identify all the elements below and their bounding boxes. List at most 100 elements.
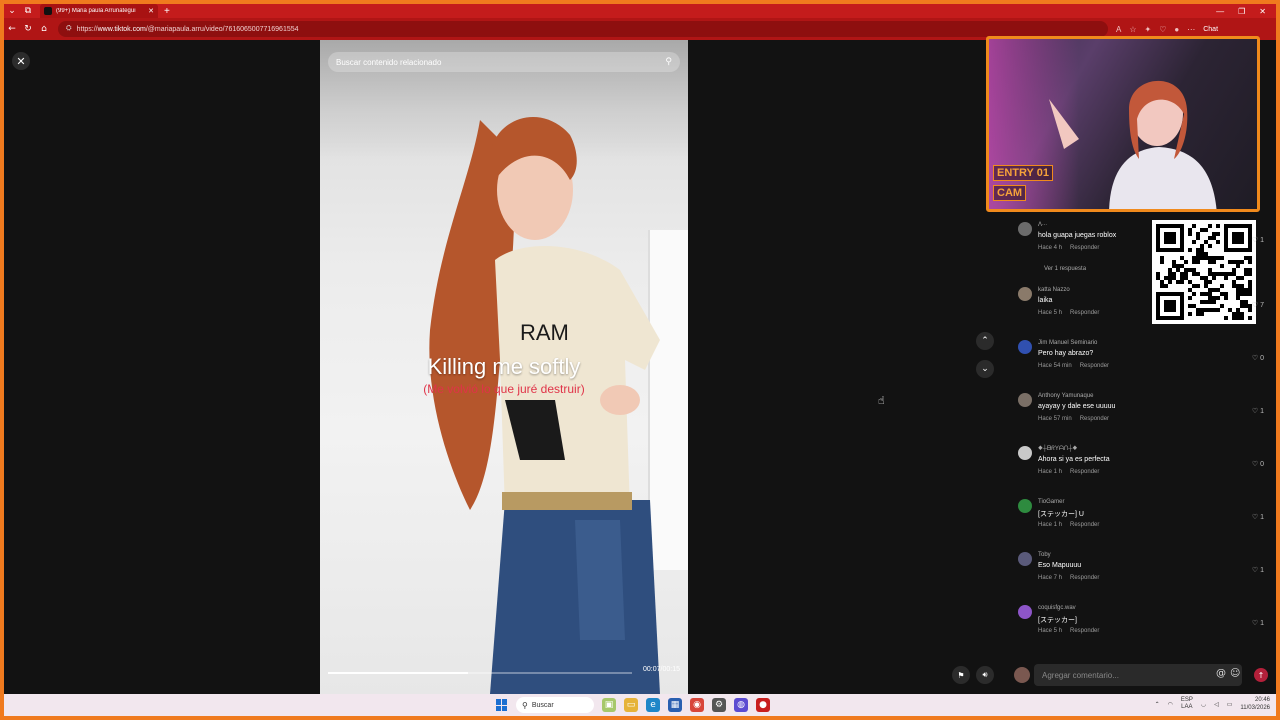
search-icon[interactable]: ⚲	[665, 57, 672, 67]
chrome-icon[interactable]: ◉	[690, 698, 704, 712]
comment-username[interactable]: Anthony Yamunaque	[1038, 393, 1094, 399]
widgets-icon[interactable]: ▣	[602, 698, 616, 712]
comment-like-button[interactable]: ♡ 1	[1252, 236, 1264, 244]
comment-reply-button[interactable]: Responder	[1070, 469, 1099, 475]
video-progress-bar[interactable]	[328, 672, 632, 674]
comment-avatar[interactable]	[1018, 340, 1032, 354]
home-icon[interactable]: ⌂	[36, 24, 52, 34]
start-icon[interactable]	[496, 699, 508, 711]
language-indicator[interactable]: ESP LAA	[1181, 697, 1193, 711]
system-tray: ⌃ ◠ ESP LAA ◡ ◁ ▭ 20:46 11/03/2026	[1155, 696, 1270, 712]
minimize-button[interactable]: —	[1216, 7, 1224, 16]
bookmark-star-icon[interactable]: ☆	[1129, 25, 1136, 34]
site-info-icon[interactable]: ⛭	[66, 25, 72, 33]
speaker-icon[interactable]: ◁	[1214, 701, 1219, 708]
chat-button[interactable]: Chat	[1203, 26, 1218, 33]
comment-like-button[interactable]: ♡ 1	[1252, 566, 1264, 574]
comment-username[interactable]: ◆┼ᗷᖇYᗩᑎ┼◆	[1038, 446, 1077, 453]
store-icon[interactable]: ▦	[668, 698, 682, 712]
qr-module	[1176, 268, 1180, 272]
url-host: www.tiktok.com	[97, 25, 146, 33]
comment-username[interactable]: Ʌ∙∙∙	[1038, 222, 1047, 228]
close-tab-icon[interactable]: ✕	[148, 7, 154, 15]
tab-actions-icon[interactable]: ⧉	[20, 6, 36, 16]
qr-module	[1196, 272, 1200, 276]
favorites-icon[interactable]: ♡	[1159, 25, 1166, 34]
battery-icon[interactable]: ▭	[1227, 701, 1233, 708]
browser-tab[interactable]: (99+) Maria paula Arrunategui ✕	[40, 4, 158, 18]
next-video-button[interactable]: ⌄	[976, 360, 994, 378]
edge-icon[interactable]: e	[646, 698, 660, 712]
comment-item: Toby Eso Mapuuuu Hace 7 h Responder ♡ 1	[1016, 548, 1266, 596]
comment-username[interactable]: katta Nazzo	[1038, 287, 1070, 293]
comment-like-button[interactable]: ♡ 0	[1252, 460, 1264, 468]
more-icon[interactable]: ⋯	[1187, 25, 1195, 34]
network-icon[interactable]: ◠	[1168, 701, 1173, 708]
volume-icon[interactable]: 🔊︎	[976, 666, 994, 684]
tray-chevron-icon[interactable]: ⌃	[1155, 701, 1160, 708]
wifi-icon[interactable]: ◡	[1201, 701, 1206, 708]
qr-module	[1244, 272, 1248, 276]
menu-icon[interactable]: ⌄	[4, 6, 20, 16]
comment-reply-button[interactable]: Responder	[1070, 245, 1099, 251]
clock[interactable]: 20:46 11/03/2026	[1240, 696, 1270, 712]
qr-module	[1248, 268, 1252, 272]
close-window-button[interactable]: ✕	[1259, 7, 1266, 16]
comment-reply-button[interactable]: Responder	[1070, 628, 1099, 634]
webcam-badge-cam: CAM	[993, 185, 1027, 201]
comment-username[interactable]: Toby	[1038, 552, 1051, 558]
new-tab-button[interactable]: +	[164, 6, 170, 17]
comment-reply-button[interactable]: Responder	[1070, 310, 1099, 316]
discord-icon[interactable]: ◍	[734, 698, 748, 712]
comment-avatar[interactable]	[1018, 287, 1032, 301]
report-icon[interactable]: ⚑	[952, 666, 970, 684]
previous-video-button[interactable]: ⌃	[976, 332, 994, 350]
translate-icon[interactable]: A	[1116, 25, 1121, 34]
comment-reply-button[interactable]: Responder	[1080, 363, 1109, 369]
comment-like-button[interactable]: ♡ 1	[1252, 407, 1264, 415]
taskbar-search[interactable]: ⚲ Buscar	[516, 697, 594, 713]
caption-main: Killing me softly	[427, 354, 581, 379]
video-player[interactable]: RAM Buscar contenido relacionado ⚲ Killi…	[320, 40, 688, 694]
qr-module	[1224, 272, 1228, 276]
comment-avatar[interactable]	[1018, 605, 1032, 619]
maximize-button[interactable]: ❐	[1238, 7, 1245, 16]
back-icon[interactable]: ←	[4, 24, 20, 34]
qr-module	[1168, 276, 1172, 280]
settings-icon[interactable]: ⚙	[712, 698, 726, 712]
related-search-bar[interactable]: Buscar contenido relacionado ⚲	[328, 52, 680, 72]
comment-text: [ステッカー] U	[1038, 511, 1084, 518]
comment-time: Hace 1 h	[1038, 469, 1063, 475]
comment-username[interactable]: coquisfgc.wav	[1038, 605, 1076, 611]
file-explorer-icon[interactable]: ▭	[624, 698, 638, 712]
mention-icon[interactable]: @	[1216, 668, 1226, 679]
comment-avatar[interactable]	[1018, 552, 1032, 566]
comment-like-button[interactable]: ♡ 0	[1252, 354, 1264, 362]
comment-item: Ʌ∙∙∙ hola guapa juegas roblox Hace 4 h Resp…	[1016, 218, 1266, 266]
extension-icon[interactable]: ✦	[1145, 25, 1152, 34]
comment-username[interactable]: Jim Manuel Seminario	[1038, 340, 1097, 346]
emoji-icon[interactable]: ☺	[1230, 668, 1240, 679]
comment-avatar[interactable]	[1018, 446, 1032, 460]
qr-module	[1232, 268, 1236, 272]
url-field[interactable]: ⛭ https://www.tiktok.com/@mariapaula.arr…	[58, 21, 1108, 37]
svg-text:RAM: RAM	[520, 320, 569, 345]
comment-like-button[interactable]: ♡ 1	[1252, 513, 1264, 521]
comment-like-button[interactable]: ♡ 7	[1252, 301, 1264, 309]
comment-reply-button[interactable]: Responder	[1070, 522, 1099, 528]
send-icon[interactable]: ↑	[1254, 668, 1268, 682]
qr-module	[1236, 276, 1240, 280]
comment-input[interactable]	[1034, 664, 1242, 686]
view-replies-button[interactable]: Ver 1 respuesta	[1044, 266, 1086, 272]
refresh-icon[interactable]: ↻	[20, 24, 36, 34]
comment-username[interactable]: TioGamer	[1038, 499, 1064, 505]
comment-avatar[interactable]	[1018, 222, 1032, 236]
close-viewer-button[interactable]: ✕	[12, 52, 30, 70]
profile-avatar[interactable]: ●	[1174, 25, 1179, 34]
comment-avatar[interactable]	[1018, 393, 1032, 407]
comment-reply-button[interactable]: Responder	[1080, 416, 1109, 422]
comment-reply-button[interactable]: Responder	[1070, 575, 1099, 581]
comment-avatar[interactable]	[1018, 499, 1032, 513]
comment-like-button[interactable]: ♡ 1	[1252, 619, 1264, 627]
obs-icon[interactable]: ●	[756, 698, 770, 712]
